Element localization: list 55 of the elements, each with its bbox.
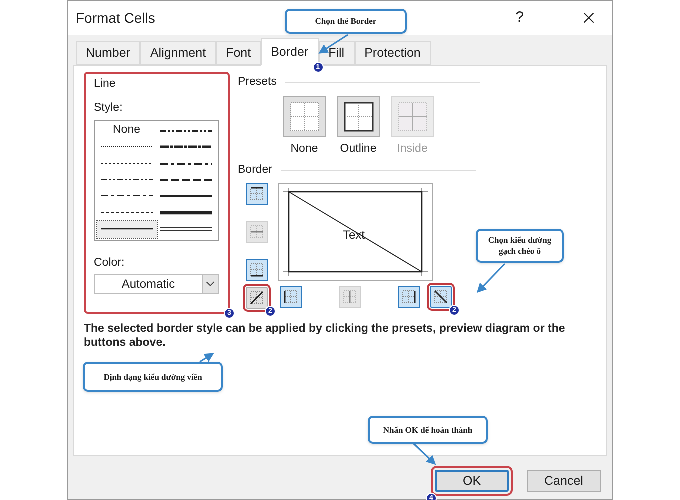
line-sample-icon xyxy=(160,160,212,167)
preset-label: Outline xyxy=(340,142,377,158)
vertical-border-icon xyxy=(342,288,358,305)
border-toggle-button[interactable] xyxy=(246,287,268,310)
left-border-icon xyxy=(283,288,299,305)
callout-box: Chọn thẻ Border xyxy=(285,9,407,34)
line-sample-icon xyxy=(160,144,212,150)
line-sample-icon xyxy=(100,144,153,150)
callout-box: Định dạng kiểu đường viền xyxy=(83,362,223,392)
none-style-option[interactable]: None xyxy=(97,122,156,139)
diagonal-down-icon xyxy=(433,288,449,305)
dialog-tab[interactable]: Alignment xyxy=(140,41,216,65)
group-title: Border xyxy=(238,162,273,178)
preset-button[interactable] xyxy=(337,96,380,138)
dialog-button[interactable]: Cancel xyxy=(527,470,601,492)
line-sample-icon xyxy=(100,193,153,200)
color-dropdown[interactable]: Automatic xyxy=(94,274,219,294)
line-sample-icon xyxy=(160,176,212,183)
dialog-tab[interactable]: Protection xyxy=(354,41,431,65)
border-toggle-button[interactable] xyxy=(430,286,452,308)
line-sample-icon xyxy=(160,193,212,200)
inside-border-icon xyxy=(396,100,428,133)
line-sample-icon xyxy=(160,210,212,216)
dialog-tab[interactable]: Font xyxy=(216,41,262,65)
window-title: Format Cells xyxy=(76,8,156,28)
diagonal-up-icon xyxy=(249,290,265,306)
top-border-icon xyxy=(249,186,265,202)
line-sample-icon xyxy=(100,176,153,183)
chevron-down-icon xyxy=(202,274,218,293)
border-toggle-button[interactable] xyxy=(246,182,268,205)
line-sample-icon xyxy=(100,226,153,232)
bottom-border-icon xyxy=(249,262,265,278)
help-button[interactable]: ? xyxy=(516,6,524,30)
callout-box: Chọn kiểu đường gạch chéo ô xyxy=(476,229,564,263)
line-sample-icon xyxy=(100,210,153,216)
outline-border-icon xyxy=(342,100,374,133)
border-toggle-button[interactable] xyxy=(398,286,420,308)
border-toggle-button[interactable] xyxy=(280,286,302,308)
hint-text: The selected border style can be applied by clicking the presets, preview diagram or the buttons above. xyxy=(84,322,566,350)
preset-label: Inside xyxy=(397,142,428,158)
callout-box: Nhấn OK để hoàn thành xyxy=(368,416,488,444)
border-toggle-button[interactable] xyxy=(246,258,268,281)
field-label: Color: xyxy=(94,256,126,270)
line-sample-icon xyxy=(160,226,212,232)
horizontal-border-icon xyxy=(249,224,265,240)
group-title: Line xyxy=(94,77,117,92)
right-border-icon xyxy=(401,288,417,305)
line-style-option[interactable] xyxy=(97,221,156,238)
line-sample-icon xyxy=(100,160,153,167)
no-border-icon xyxy=(288,100,320,133)
dialog-tab[interactable]: Number xyxy=(76,41,140,65)
preset-label: None xyxy=(290,142,318,158)
group-title: Presets xyxy=(238,75,277,90)
field-label: Style: xyxy=(94,101,124,116)
line-sample-icon xyxy=(160,128,212,134)
